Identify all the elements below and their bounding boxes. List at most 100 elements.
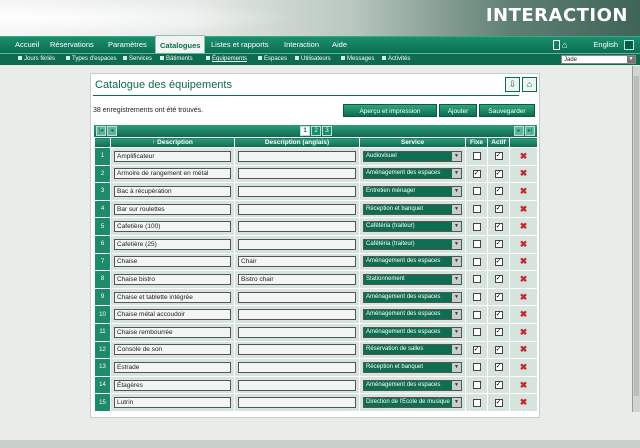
service-select[interactable]: Réception et banquet ▼ — [363, 361, 462, 373]
sub-item-equipements[interactable]: Équipements — [206, 54, 247, 65]
next-page-icon[interactable]: ▸ — [514, 126, 524, 136]
description-input[interactable]: Console de son — [114, 344, 231, 356]
actif-checkbox[interactable]: ✓ — [494, 169, 503, 178]
fixe-checkbox[interactable] — [472, 328, 481, 337]
last-page-icon[interactable]: ▸| — [525, 126, 535, 136]
page-3[interactable]: 3 — [322, 126, 332, 136]
menu-item-parametres[interactable]: Paramètres — [108, 37, 147, 53]
save-button[interactable]: Sauvegarder — [479, 104, 535, 117]
description-input[interactable]: Bar sur roulettes — [114, 203, 231, 215]
description-en-input[interactable] — [238, 326, 356, 338]
sub-item-messages[interactable]: Messages — [341, 54, 374, 65]
delete-icon[interactable]: ✖ — [519, 310, 528, 319]
page-scrollbar[interactable] — [632, 66, 640, 412]
sub-item-services[interactable]: Services — [123, 54, 152, 65]
service-select[interactable]: Aménagement des espaces ▼ — [363, 256, 462, 268]
menu-item-accueil[interactable]: Accueil — [15, 37, 39, 53]
description-input[interactable]: Lutrin — [114, 397, 231, 409]
page-2[interactable]: 2 — [311, 126, 321, 136]
description-en-input[interactable] — [238, 185, 356, 197]
service-select[interactable]: Réservation de salles ▼ — [363, 344, 462, 356]
fixe-checkbox[interactable] — [472, 310, 481, 319]
window-icon[interactable] — [624, 40, 634, 50]
fixe-checkbox[interactable] — [472, 381, 481, 390]
actif-checkbox[interactable]: ✓ — [494, 152, 503, 161]
sub-item-utilisateurs[interactable]: Utilisateurs — [295, 54, 331, 65]
actif-checkbox[interactable]: ✓ — [494, 187, 503, 196]
delete-icon[interactable]: ✖ — [519, 186, 528, 196]
actif-checkbox[interactable]: ✓ — [494, 363, 503, 372]
service-select[interactable]: Direction de l'École de musique ▼ — [363, 397, 462, 409]
delete-icon[interactable]: ✖ — [519, 169, 528, 178]
description-en-input[interactable] — [238, 344, 356, 356]
delete-icon[interactable]: ✖ — [519, 274, 528, 284]
first-page-icon[interactable]: |◂ — [96, 126, 106, 136]
sub-item-jours[interactable]: Jours fériés — [18, 54, 55, 65]
service-select[interactable]: Audiovisuel ▼ — [363, 150, 462, 162]
description-en-input[interactable] — [238, 291, 356, 303]
description-input[interactable]: Chaise rembourrée — [114, 326, 231, 338]
service-select[interactable]: Cafétéria (traiteur) ▼ — [363, 221, 462, 233]
description-en-input[interactable] — [238, 221, 356, 233]
fixe-checkbox[interactable] — [472, 222, 481, 231]
menu-item-reservations[interactable]: Réservations — [50, 37, 94, 53]
preview-print-button[interactable]: Aperçu et impression — [343, 104, 437, 117]
description-input[interactable]: Cafetière (25) — [114, 238, 231, 250]
sub-item-activites[interactable]: Activités — [382, 54, 410, 65]
fixe-checkbox[interactable] — [472, 293, 481, 302]
page-1[interactable]: 1 — [300, 126, 310, 136]
fixe-checkbox[interactable] — [472, 240, 481, 249]
menu-item-aide[interactable]: Aide — [332, 37, 347, 53]
home-icon[interactable]: ⌂ — [562, 40, 572, 50]
description-en-input[interactable]: Chair — [238, 256, 356, 268]
service-select[interactable]: Aménagement des espaces ▼ — [363, 309, 462, 321]
description-input[interactable]: Bac à récupération — [114, 185, 231, 197]
actif-checkbox[interactable]: ✓ — [494, 222, 503, 231]
actif-checkbox[interactable]: ✓ — [494, 381, 503, 390]
prev-page-icon[interactable]: ◂ — [107, 126, 117, 136]
actif-checkbox[interactable]: ✓ — [494, 310, 503, 319]
description-en-input[interactable] — [238, 361, 356, 373]
fixe-checkbox[interactable] — [472, 363, 481, 372]
description-input[interactable]: Cafetière (100) — [114, 221, 231, 233]
fixe-checkbox[interactable] — [472, 275, 481, 284]
service-select[interactable]: Aménagement des espaces ▼ — [363, 291, 462, 303]
actif-checkbox[interactable]: ✓ — [494, 240, 503, 249]
fixe-checkbox[interactable] — [472, 257, 481, 266]
description-en-input[interactable] — [238, 379, 356, 391]
description-input[interactable]: Armoire de rangement en métal — [114, 168, 231, 180]
description-en-input[interactable] — [238, 397, 356, 409]
export-icon[interactable]: ⇩ — [505, 77, 520, 92]
service-select[interactable]: Aménagement des espaces ▼ — [363, 379, 462, 391]
description-en-input[interactable]: Bistro chair — [238, 273, 356, 285]
sub-item-espaces[interactable]: Espaces — [258, 54, 287, 65]
device-icon[interactable] — [553, 40, 560, 50]
header-actif[interactable]: Actif — [487, 137, 510, 148]
delete-icon[interactable]: ✖ — [519, 222, 528, 231]
language-link[interactable]: English — [593, 37, 618, 53]
description-en-input[interactable] — [238, 309, 356, 321]
delete-icon[interactable]: ✖ — [519, 151, 528, 161]
upload-icon[interactable]: ⌂ — [522, 77, 537, 92]
sub-item-types[interactable]: Types d'espaces — [66, 54, 117, 65]
fixe-checkbox[interactable]: ✓ — [472, 169, 481, 178]
scrollbar-thumb[interactable] — [634, 76, 639, 396]
actif-checkbox[interactable]: ✓ — [494, 328, 503, 337]
description-input[interactable]: Chaise métal accoudoir — [114, 309, 231, 321]
fixe-checkbox[interactable] — [472, 187, 481, 196]
fixe-checkbox[interactable] — [472, 205, 481, 214]
actif-checkbox[interactable]: ✓ — [494, 205, 503, 214]
delete-icon[interactable]: ✖ — [519, 345, 528, 354]
fixe-checkbox[interactable]: ✓ — [472, 345, 481, 354]
service-select[interactable]: Réception et banquet ▼ — [363, 203, 462, 215]
description-en-input[interactable] — [238, 203, 356, 215]
description-input[interactable]: Étagères — [114, 379, 231, 391]
delete-icon[interactable]: ✖ — [519, 257, 528, 266]
add-button[interactable]: Ajouter — [439, 104, 477, 117]
delete-icon[interactable]: ✖ — [519, 380, 528, 390]
description-en-input[interactable] — [238, 150, 356, 162]
description-input[interactable]: Amplificateur — [114, 150, 231, 162]
actif-checkbox[interactable]: ✓ — [494, 293, 503, 302]
actif-checkbox[interactable]: ✓ — [494, 345, 503, 354]
delete-icon[interactable]: ✖ — [519, 327, 528, 337]
